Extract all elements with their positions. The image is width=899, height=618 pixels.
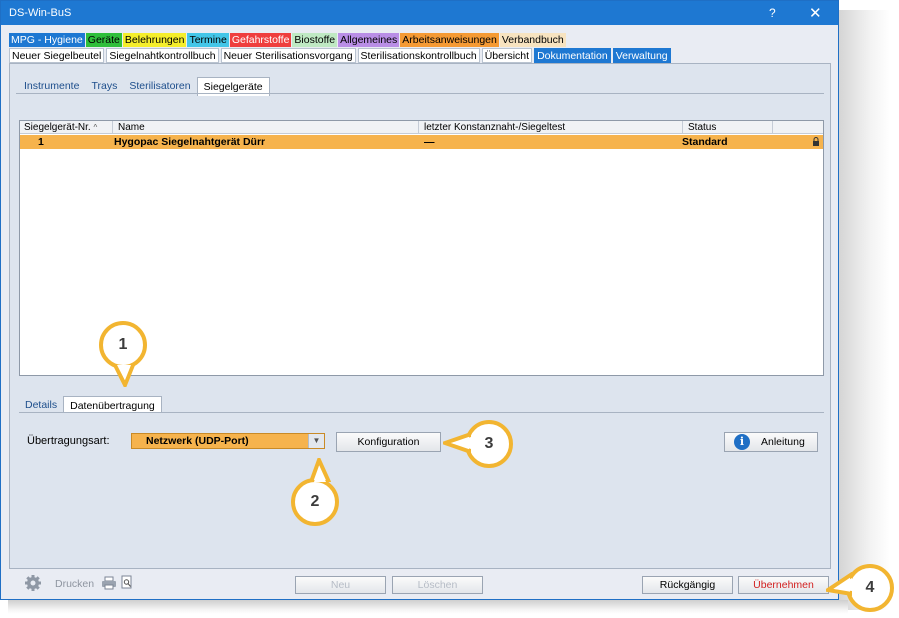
- module-tab-bar: Neuer Siegelbeutel Siegelnahtkontrollbuch…: [9, 48, 673, 63]
- category-tab-arbeitsanweisungen[interactable]: Arbeitsanweisungen: [400, 33, 499, 47]
- callout-4: 4: [826, 564, 894, 612]
- cell-nr: 1: [38, 136, 44, 148]
- category-tab-bar: MPG - Hygiene Geräte Belehrungen Termine Gef…: [9, 33, 567, 47]
- cell-status: Standard: [682, 136, 728, 148]
- callout-3-tail: [443, 432, 471, 454]
- callout-3: 3: [443, 420, 513, 468]
- column-header-test[interactable]: letzter Konstanznaht-/Siegeltest: [424, 122, 565, 133]
- module-tab-sterilisationskontrollbuch[interactable]: Sterilisationskontrollbuch: [357, 48, 480, 63]
- category-tab-termine[interactable]: Termine: [187, 33, 229, 47]
- window-shadow-right: [838, 10, 890, 610]
- column-header-nr[interactable]: Siegelgerät-Nr. ^: [24, 122, 97, 133]
- configuration-button[interactable]: Konfiguration: [336, 432, 441, 452]
- transfer-type-label: Übertragungsart:: [27, 435, 110, 447]
- printer-icon[interactable]: [101, 576, 117, 590]
- column-header-name[interactable]: Name: [118, 122, 145, 133]
- app-window: DS-Win-BuS ? ✕ MPG - Hygiene Geräte Belehr…: [0, 0, 839, 600]
- callout-2-tail: [309, 458, 331, 482]
- module-tab-neuer-siegelbeutel[interactable]: Neuer Siegelbeutel: [9, 48, 105, 63]
- column-header-status[interactable]: Status: [688, 122, 716, 133]
- window-title: DS-Win-BuS: [9, 7, 72, 19]
- cell-name: Hygopac Siegelnahtgerät Dürr: [114, 136, 266, 148]
- apply-button[interactable]: Übernehmen: [738, 576, 829, 594]
- callout-2: 2: [291, 458, 339, 526]
- category-tab-mpg-hygiene[interactable]: MPG - Hygiene: [9, 33, 85, 47]
- info-icon: i: [734, 434, 750, 450]
- undo-button[interactable]: Rückgängig: [642, 576, 733, 594]
- print-label[interactable]: Drucken: [55, 578, 94, 590]
- transfer-type-select[interactable]: Netzwerk (UDP-Port) ▼: [131, 433, 325, 449]
- category-tab-verbandbuch[interactable]: Verbandbuch: [499, 33, 566, 47]
- module-tab-verwaltung[interactable]: Verwaltung: [612, 48, 671, 63]
- table-row[interactable]: 1 Hygopac Siegelnahtgerät Dürr — Standar…: [20, 135, 823, 149]
- tab-divider: [16, 93, 824, 94]
- module-tab-übersicht[interactable]: Übersicht: [481, 48, 533, 63]
- print-preview-icon[interactable]: [121, 575, 133, 590]
- close-icon[interactable]: ✕: [809, 4, 822, 22]
- category-tab-gefahrstoffe[interactable]: Gefahrstoffe: [229, 33, 292, 47]
- category-tab-allgemeines[interactable]: Allgemeines: [338, 33, 400, 47]
- callout-1-tail: [113, 365, 135, 387]
- title-bar: DS-Win-BuS ? ✕: [1, 1, 838, 25]
- category-tab-geräte[interactable]: Geräte: [85, 33, 122, 47]
- guide-button[interactable]: i Anleitung: [724, 432, 818, 452]
- module-tab-siegelnahtkontrollbuch[interactable]: Siegelnahtkontrollbuch: [106, 48, 219, 63]
- delete-button[interactable]: Löschen: [392, 576, 483, 594]
- module-tab-dokumentation[interactable]: Dokumentation: [534, 48, 611, 63]
- new-button[interactable]: Neu: [295, 576, 386, 594]
- sort-ascending-icon: ^: [93, 123, 98, 132]
- callout-1: 1: [99, 321, 147, 387]
- gear-icon[interactable]: [24, 574, 42, 592]
- callout-4-tail: [826, 572, 852, 596]
- category-tab-belehrungen[interactable]: Belehrungen: [122, 33, 187, 47]
- transfer-type-value: Netzwerk (UDP-Port): [146, 435, 249, 447]
- lock-icon: [813, 137, 819, 146]
- table-header: Siegelgerät-Nr. ^ Name letzter Konstanzn…: [20, 121, 823, 134]
- category-tab-biostoffe[interactable]: Biostoffe: [292, 33, 338, 47]
- window-shadow-bottom: [8, 600, 848, 614]
- cell-last-test: —: [424, 136, 435, 148]
- module-tab-neuer-sterilisationsvorgang[interactable]: Neuer Sterilisationsvorgang: [220, 48, 356, 63]
- help-button[interactable]: ?: [769, 6, 776, 20]
- chevron-down-icon[interactable]: ▼: [308, 434, 324, 448]
